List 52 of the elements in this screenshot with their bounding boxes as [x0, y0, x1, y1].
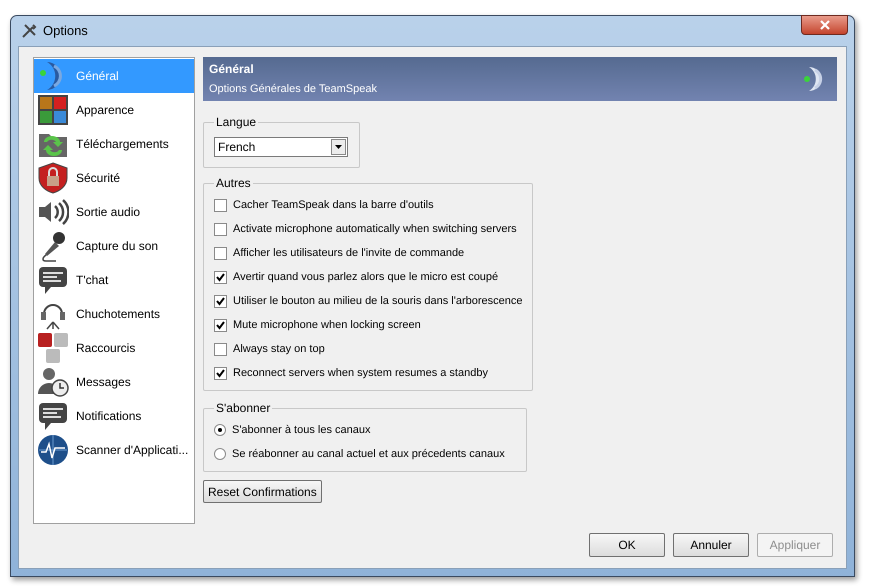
sidebar-item[interactable]: Téléchargements: [34, 127, 194, 161]
sidebar-item[interactable]: Chuchotements: [34, 297, 194, 331]
language-dropdown[interactable]: French: [214, 137, 348, 157]
checkbox[interactable]: [214, 294, 227, 308]
radio-label: S'abonner à tous les canaux: [232, 422, 370, 438]
radio-button[interactable]: [214, 424, 226, 436]
dialog-button[interactable]: OK: [589, 533, 665, 557]
checkbox-label: Afficher les utilisateurs de l'invite de commande: [233, 246, 464, 261]
shield-lock-icon: [37, 162, 69, 194]
checkbox[interactable]: [214, 198, 227, 212]
speaker-icon: [37, 196, 69, 228]
tools-icon: [21, 23, 37, 39]
checkbox-label: Utiliser le bouton au milieu de la souris dans l'arborescence: [233, 294, 522, 309]
group-title: Langue: [215, 114, 258, 131]
sidebar-item[interactable]: Capture du son: [34, 229, 194, 263]
sidebar-item[interactable]: Raccourcis: [34, 331, 194, 365]
checkbox-label: Always stay on top: [233, 342, 325, 357]
header-subtitle: Options Générales de TeamSpeak: [209, 82, 377, 98]
close-button[interactable]: [801, 15, 848, 35]
checkbox[interactable]: [214, 318, 227, 332]
sidebar-item[interactable]: Messages: [34, 365, 194, 399]
sidebar-item[interactable]: Sécurité: [34, 161, 194, 195]
sidebar-item[interactable]: Apparence: [34, 93, 194, 127]
group-title: Autres: [215, 175, 252, 192]
reset-confirmations-button[interactable]: Reset Confirmations: [203, 480, 322, 503]
color-tiles-icon: [37, 94, 69, 126]
checkbox[interactable]: [214, 246, 227, 260]
sidebar-item[interactable]: T'chat: [34, 263, 194, 297]
checkbox[interactable]: [214, 270, 227, 284]
user-clock-icon: [37, 366, 69, 398]
sidebar-item[interactable]: Scanner d'Applicati...: [34, 433, 194, 467]
sidebar-item[interactable]: Sortie audio: [34, 195, 194, 229]
checkbox-label: Mute microphone when locking screen: [233, 318, 421, 333]
checkbox[interactable]: [214, 342, 227, 356]
checkbox[interactable]: [214, 222, 227, 236]
globe-icon: [37, 434, 69, 466]
dialog-button[interactable]: Annuler: [673, 533, 749, 557]
chat-bubble-icon: [37, 400, 69, 432]
key-tiles-icon: [37, 332, 69, 364]
close-icon: [820, 20, 830, 30]
checkbox-label: Activate microphone automatically when switching servers: [233, 222, 517, 237]
window-title: Options: [43, 22, 88, 40]
checkbox-label: Cacher TeamSpeak dans la barre d'outils: [233, 198, 434, 213]
checkbox[interactable]: [214, 366, 227, 380]
header-title: Général: [209, 61, 255, 78]
radio-label: Se réabonner au canal actuel et aux précedents canaux: [232, 446, 505, 462]
checkbox-label: Reconnect servers when system resumes a standby: [233, 366, 488, 381]
checkbox-label: Avertir quand vous parlez alors que le micro est coupé: [233, 270, 498, 285]
sidebar-item[interactable]: Notifications: [34, 399, 194, 433]
chat-bubble-icon: [37, 264, 69, 296]
group-title: S'abonner: [215, 400, 272, 417]
radio-button[interactable]: [214, 448, 226, 460]
